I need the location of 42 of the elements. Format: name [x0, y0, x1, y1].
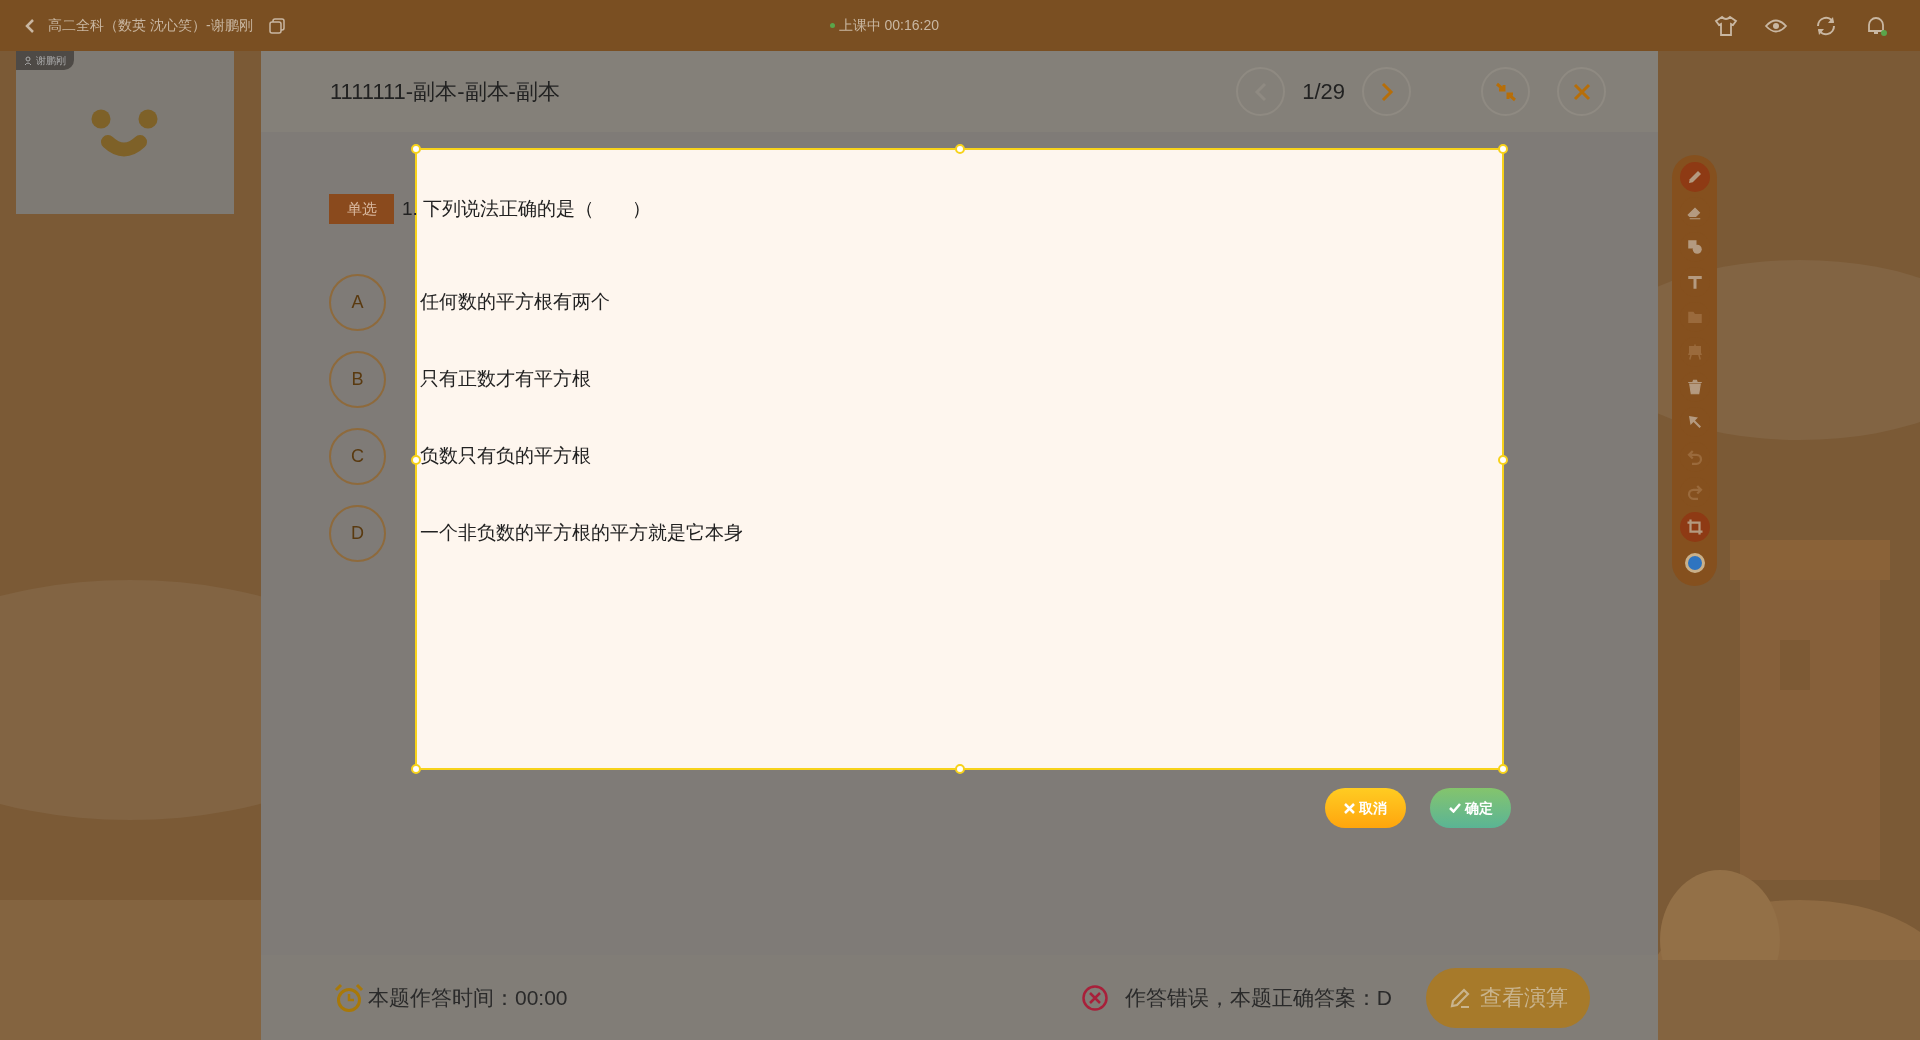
person-icon — [24, 56, 32, 65]
page-counter: 1/29 — [1302, 78, 1345, 106]
cancel-button[interactable]: 取消 — [1325, 788, 1406, 828]
option-text: 任何数的平方根有两个 — [420, 290, 610, 315]
shirt-icon[interactable] — [1714, 14, 1738, 37]
refresh-icon[interactable] — [1814, 14, 1838, 37]
answer-time: 本题作答时间：00:00 — [368, 984, 569, 1011]
question-type-tag: 单选 — [329, 194, 394, 224]
easel-icon — [1685, 343, 1704, 361]
tool-button[interactable] — [1679, 512, 1710, 542]
class-title: 高二全科（数英 沈心笑）-谢鹏刚 — [48, 16, 253, 35]
crop-icon — [1685, 518, 1704, 536]
tool-button[interactable] — [1679, 162, 1710, 192]
option-text: 一个非负数的平方根的平方就是它本身 — [420, 521, 743, 546]
undo-icon — [1685, 448, 1704, 466]
option-letter[interactable]: C — [329, 428, 386, 485]
redo-icon — [1685, 483, 1704, 501]
shapes-icon — [1685, 238, 1704, 256]
confirm-button[interactable]: 确定 — [1430, 788, 1511, 828]
class-status: 上课中 00:16:20 — [838, 16, 939, 35]
option-text: 只有正数才有平方根 — [420, 367, 591, 392]
color-swatch[interactable] — [1684, 553, 1705, 573]
close-icon — [1344, 802, 1355, 814]
error-icon — [1080, 983, 1109, 1012]
back-icon[interactable] — [24, 17, 36, 34]
option-text: 负数只有负的平方根 — [420, 444, 591, 469]
chevron-right-icon — [1379, 81, 1394, 102]
option-letter[interactable]: A — [329, 274, 386, 331]
check-icon — [1448, 803, 1461, 813]
text-tool-icon — [1685, 273, 1704, 291]
close-icon — [1572, 82, 1591, 101]
copy-icon[interactable] — [268, 17, 285, 34]
alarm-clock-icon — [334, 982, 364, 1013]
participant-name: 谢鹏刚 — [36, 55, 66, 66]
smiley-icon — [91, 108, 159, 157]
result-message: 作答错误，本题正确答案：D — [1124, 984, 1392, 1011]
quiz-title: 1111111-副本-副本-副本 — [330, 78, 561, 106]
option-letter[interactable]: B — [329, 351, 386, 408]
shrink-icon — [1494, 80, 1517, 103]
option-letter[interactable]: D — [329, 505, 386, 562]
trash-icon — [1685, 378, 1704, 396]
view-calculation-button[interactable]: 查看演算 — [1426, 967, 1590, 1028]
